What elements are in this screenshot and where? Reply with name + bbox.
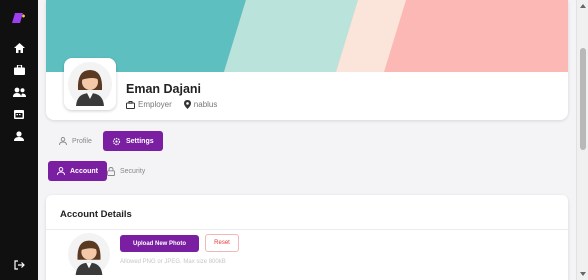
tab-profile-label: Profile — [72, 137, 92, 145]
scroll-thumb[interactable] — [580, 48, 586, 150]
reset-button[interactable]: Reset — [205, 234, 239, 252]
account-details-card: Account Details Upload New Photo Reset A… — [46, 195, 568, 280]
upload-hint: Allowed PNG or JPEG. Max size 800kB — [120, 259, 226, 265]
logo-icon[interactable] — [0, 9, 38, 27]
location-pin-icon — [183, 100, 191, 109]
scrollbar[interactable] — [576, 0, 588, 280]
divider — [46, 229, 568, 230]
profile-avatar — [64, 58, 116, 110]
briefcase-icon[interactable] — [0, 61, 38, 79]
subtab-security-label: Security — [120, 167, 146, 175]
subtab-account-label: Account — [70, 167, 98, 175]
sidebar — [0, 0, 38, 280]
account-details-title: Account Details — [60, 209, 132, 220]
upload-photo-button[interactable]: Upload New Photo — [120, 235, 199, 252]
tab-profile[interactable]: Profile — [50, 131, 101, 151]
lock-icon — [107, 166, 115, 176]
person-outline-icon — [59, 137, 67, 145]
account-avatar — [68, 233, 110, 275]
profile-card: Eman Dajani Employer nablus — [46, 0, 568, 120]
scroll-up-arrow[interactable] — [579, 2, 587, 10]
tab-settings-label: Settings — [126, 137, 154, 145]
home-icon[interactable] — [0, 39, 38, 57]
logout-icon[interactable] — [0, 256, 38, 274]
person-icon[interactable] — [0, 127, 38, 145]
calendar-icon[interactable] — [0, 105, 38, 123]
tab-settings[interactable]: Settings — [103, 131, 163, 151]
briefcase-outline-icon — [126, 100, 135, 109]
person-outline-icon — [57, 167, 65, 175]
user-role: Employer — [138, 100, 172, 109]
user-meta: Employer nablus — [126, 100, 217, 109]
profile-banner — [46, 0, 568, 72]
user-location: nablus — [193, 100, 218, 109]
subtab-security[interactable]: Security — [98, 161, 154, 181]
main-content: Eman Dajani Employer nablus Profile Sett… — [38, 0, 576, 280]
users-icon[interactable] — [0, 83, 38, 101]
scroll-down-arrow[interactable] — [579, 270, 587, 278]
settings-icon — [112, 137, 121, 145]
user-name: Eman Dajani — [126, 82, 202, 96]
